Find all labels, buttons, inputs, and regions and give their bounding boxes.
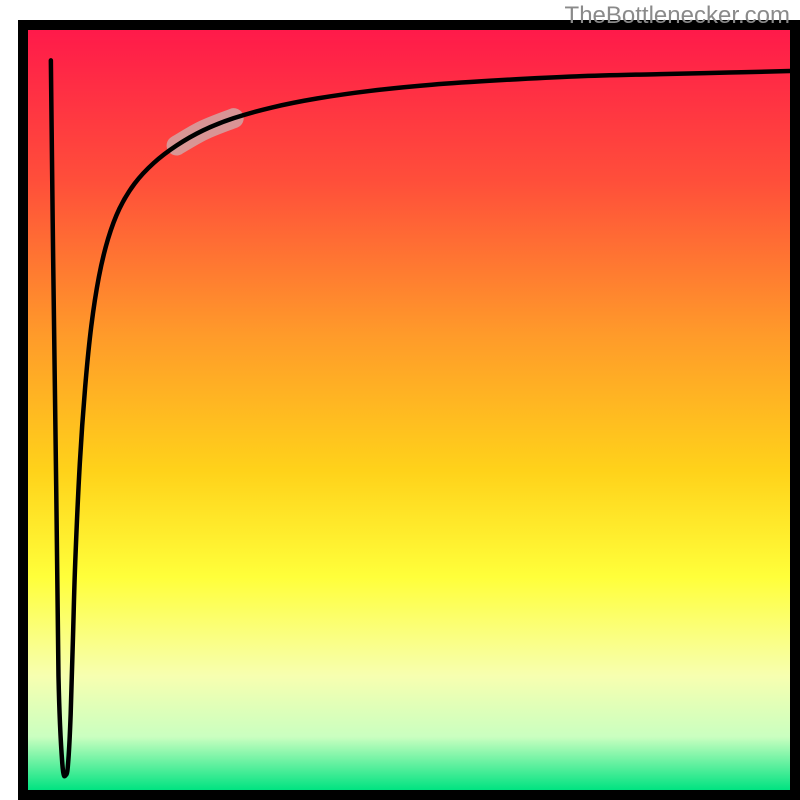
chart-container: TheBottlenecker.com bbox=[0, 0, 800, 800]
bottleneck-chart bbox=[0, 0, 800, 800]
plot-gradient-background bbox=[28, 30, 790, 790]
watermark-text: TheBottlenecker.com bbox=[565, 2, 790, 30]
